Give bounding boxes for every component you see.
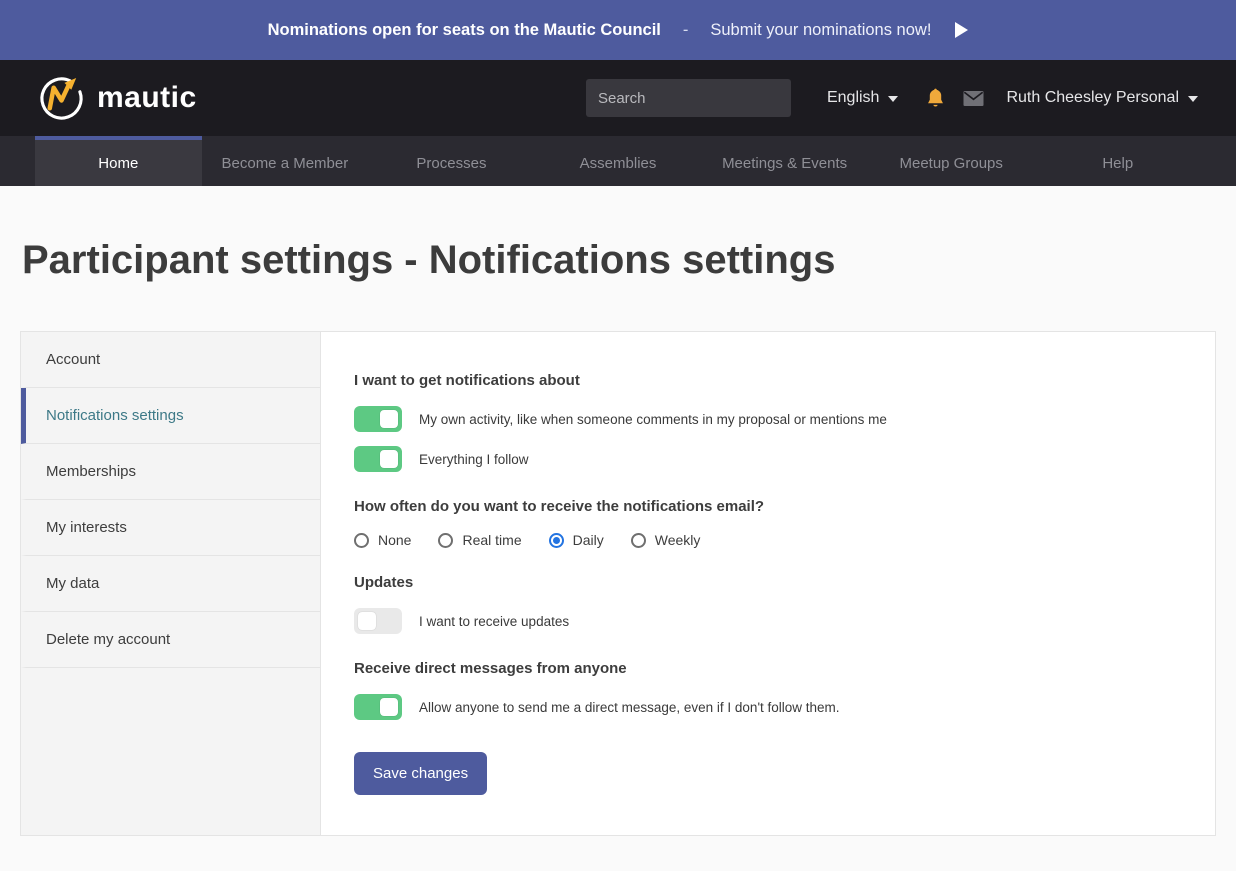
nav-item-meetings-events[interactable]: Meetings & Events <box>701 136 868 186</box>
radio-button[interactable] <box>631 533 646 548</box>
nav-item-help[interactable]: Help <box>1034 136 1201 186</box>
section-heading-email-frequency: How often do you want to receive the not… <box>354 498 1175 515</box>
messages-button[interactable] <box>963 91 984 106</box>
banner-separator: - <box>683 21 689 40</box>
radio-button[interactable] <box>354 533 369 548</box>
settings-card: Account Notifications settings Membershi… <box>20 331 1216 836</box>
nav-item-processes[interactable]: Processes <box>368 136 535 186</box>
frequency-radio-group: None Real time Daily Weekly <box>354 532 1175 548</box>
nav-item-become-a-member[interactable]: Become a Member <box>202 136 369 186</box>
mautic-logo[interactable]: mautic <box>38 75 197 122</box>
receive-updates-label: I want to receive updates <box>419 614 569 629</box>
settings-sidebar: Account Notifications settings Membershi… <box>21 332 321 835</box>
site-header: mautic English Ruth Cheesley Personal <box>0 60 1236 136</box>
main-nav: Home Become a Member Processes Assemblie… <box>0 136 1236 186</box>
sidebar-item-my-interests[interactable]: My interests <box>21 500 320 556</box>
follow-everything-toggle[interactable] <box>354 446 402 472</box>
nav-item-meetup-groups[interactable]: Meetup Groups <box>868 136 1035 186</box>
notifications-settings-panel: I want to get notifications about My own… <box>321 332 1215 835</box>
sidebar-item-my-data[interactable]: My data <box>21 556 320 612</box>
user-menu-dropdown[interactable]: Ruth Cheesley Personal <box>1006 89 1198 107</box>
receive-updates-toggle[interactable] <box>354 608 402 634</box>
frequency-option-weekly[interactable]: Weekly <box>631 532 701 548</box>
own-activity-label: My own activity, like when someone comme… <box>419 412 887 427</box>
nav-item-assemblies[interactable]: Assemblies <box>535 136 702 186</box>
language-dropdown[interactable]: English <box>827 89 898 107</box>
allow-direct-messages-label: Allow anyone to send me a direct message… <box>419 700 840 715</box>
allow-direct-messages-toggle[interactable] <box>354 694 402 720</box>
frequency-option-daily[interactable]: Daily <box>549 532 604 548</box>
sidebar-item-account[interactable]: Account <box>21 332 320 388</box>
follow-everything-label: Everything I follow <box>419 452 529 467</box>
save-changes-button[interactable]: Save changes <box>354 752 487 795</box>
section-heading-notifications-about: I want to get notifications about <box>354 372 1175 389</box>
radio-label: Daily <box>573 532 604 548</box>
user-name: Ruth Cheesley Personal <box>1006 89 1179 107</box>
radio-label: Real time <box>462 532 521 548</box>
frequency-option-none[interactable]: None <box>354 532 411 548</box>
toggle-knob <box>380 410 398 428</box>
radio-label: None <box>378 532 411 548</box>
language-label: English <box>827 89 879 107</box>
follow-everything-row: Everything I follow <box>354 446 1175 472</box>
sidebar-item-delete-my-account[interactable]: Delete my account <box>21 612 320 668</box>
radio-label: Weekly <box>655 532 701 548</box>
receive-updates-row: I want to receive updates <box>354 608 1175 634</box>
banner-headline: Nominations open for seats on the Mautic… <box>268 21 661 40</box>
toggle-knob <box>380 450 398 468</box>
allow-direct-messages-row: Allow anyone to send me a direct message… <box>354 694 1175 720</box>
search-box[interactable] <box>586 79 791 117</box>
toggle-knob <box>358 612 376 630</box>
logo-wordmark: mautic <box>97 81 197 115</box>
mautic-logo-icon <box>38 75 85 122</box>
own-activity-toggle[interactable] <box>354 406 402 432</box>
sidebar-item-notifications-settings[interactable]: Notifications settings <box>21 388 320 444</box>
envelope-icon <box>963 91 984 106</box>
banner-cta-link[interactable]: Submit your nominations now! <box>710 21 931 40</box>
caret-down-icon <box>1188 96 1198 102</box>
notifications-bell-button[interactable] <box>926 88 945 109</box>
own-activity-row: My own activity, like when someone comme… <box>354 406 1175 432</box>
toggle-knob <box>380 698 398 716</box>
sidebar-item-memberships[interactable]: Memberships <box>21 444 320 500</box>
nav-item-home[interactable]: Home <box>35 136 202 186</box>
announcement-banner: Nominations open for seats on the Mautic… <box>0 0 1236 60</box>
frequency-option-real-time[interactable]: Real time <box>438 532 521 548</box>
search-input[interactable] <box>598 90 797 107</box>
section-heading-direct-messages: Receive direct messages from anyone <box>354 660 1175 677</box>
radio-button[interactable] <box>438 533 453 548</box>
play-icon[interactable] <box>955 22 968 38</box>
section-heading-updates: Updates <box>354 574 1175 591</box>
bell-icon <box>926 88 945 109</box>
page-title: Participant settings - Notifications set… <box>22 238 1236 283</box>
radio-button[interactable] <box>549 533 564 548</box>
caret-down-icon <box>888 96 898 102</box>
